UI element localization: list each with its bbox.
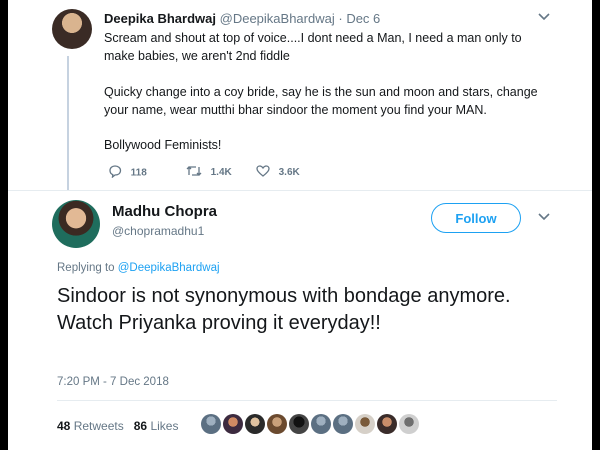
retweet-button[interactable]: 1.4K (186, 165, 232, 180)
reply-count: 118 (130, 167, 147, 179)
divider (57, 400, 557, 401)
retweets-label: Retweets (73, 419, 124, 433)
replying-prefix: Replying to (57, 262, 115, 274)
retweet-total: 48 (57, 419, 71, 433)
reply-tweet[interactable]: Deepika Bhardwaj @DeepikaBhardwaj · Dec … (8, 0, 592, 196)
chevron-down-icon[interactable] (538, 212, 550, 224)
liker-avatar[interactable] (311, 414, 331, 434)
author-handle[interactable]: @chopramadhu1 (112, 224, 204, 238)
liker-avatar[interactable] (289, 414, 309, 434)
chevron-down-icon[interactable] (538, 12, 550, 24)
replying-to: Replying to @DeepikaBhardwaj (57, 262, 220, 274)
tweet-paragraph: Quicky change into a coy bride, say he i… (104, 85, 538, 117)
liker-avatar[interactable] (399, 414, 419, 434)
thread-line (67, 56, 69, 196)
tweet-timestamp[interactable]: 7:20 PM - 7 Dec 2018 (57, 376, 169, 388)
reply-button[interactable]: 118 (108, 165, 147, 181)
retweet-icon (186, 165, 206, 180)
likes-stat[interactable]: 86 Likes (134, 419, 179, 433)
tweet-paragraph: Scream and shout at top of voice....I do… (104, 31, 522, 63)
tweet-screenshot: Deepika Bhardwaj @DeepikaBhardwaj · Dec … (8, 0, 592, 450)
liker-avatar[interactable] (377, 414, 397, 434)
separator: · (338, 11, 343, 26)
avatar[interactable] (52, 9, 92, 49)
follow-button[interactable]: Follow (431, 203, 521, 233)
avatar[interactable] (52, 200, 100, 248)
likes-label: Likes (150, 419, 179, 433)
liker-avatar[interactable] (267, 414, 287, 434)
like-count: 3.6K (278, 167, 300, 178)
author-name[interactable]: Deepika Bhardwaj (104, 11, 216, 26)
tweet-paragraph: Bollywood Feminists! (104, 138, 222, 152)
liker-avatar[interactable] (355, 414, 375, 434)
like-button[interactable]: 3.6K (256, 165, 300, 180)
author-handle[interactable]: @DeepikaBhardwaj (220, 11, 335, 26)
retweet-count: 1.4K (210, 167, 232, 178)
tweet-date[interactable]: Dec 6 (346, 11, 380, 26)
heart-icon (256, 165, 274, 180)
mention-link[interactable]: @DeepikaBhardwaj (118, 262, 220, 274)
reply-icon (108, 165, 126, 181)
liker-avatar[interactable] (245, 414, 265, 434)
retweets-stat[interactable]: 48 Retweets (57, 419, 124, 433)
like-total: 86 (133, 419, 148, 433)
tweet-text: Sindoor is not synonymous with bondage a… (57, 285, 511, 334)
tweet-header: Deepika Bhardwaj @DeepikaBhardwaj · Dec … (104, 11, 380, 26)
liker-avatar[interactable] (333, 414, 353, 434)
engagement-stats: 48 Retweets 86 Likes (57, 419, 178, 433)
liker-avatar[interactable] (223, 414, 243, 434)
author-name[interactable]: Madhu Chopra (112, 203, 217, 220)
liker-avatar[interactable] (201, 414, 221, 434)
